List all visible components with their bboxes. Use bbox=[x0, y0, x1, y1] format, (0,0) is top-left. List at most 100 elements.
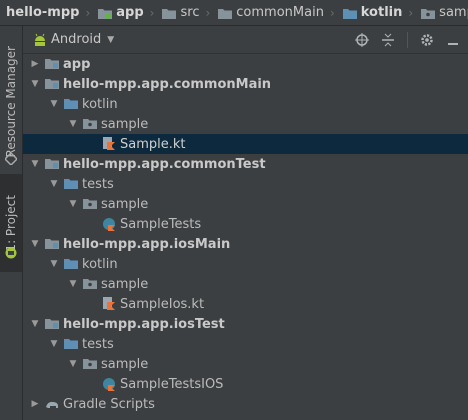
chevron-down-icon[interactable]: ▼ bbox=[48, 259, 60, 269]
settings-icon[interactable] bbox=[420, 33, 434, 47]
chevron-down-icon[interactable]: ▼ bbox=[67, 199, 79, 209]
tree-item-label: SampleIos.kt bbox=[120, 296, 205, 312]
toolbar-divider bbox=[407, 31, 408, 48]
module-folder-icon bbox=[45, 59, 59, 69]
breadcrumb: hello-mpp › app › src › commonMain › kot… bbox=[0, 0, 468, 26]
chevron-down-icon[interactable]: ▼ bbox=[29, 79, 41, 89]
breadcrumb-label: hello-mpp bbox=[6, 5, 80, 20]
tree-row[interactable]: ▼ sample bbox=[23, 194, 468, 214]
tree-row[interactable]: ▼ sample bbox=[23, 114, 468, 134]
tree-item-label: hello-mpp.app.commonTest bbox=[63, 156, 266, 172]
breadcrumb-label: src bbox=[180, 5, 200, 20]
package-icon bbox=[421, 8, 436, 19]
chevron-down-icon[interactable]: ▼ bbox=[67, 279, 79, 289]
tree-item-label: tests bbox=[82, 336, 114, 352]
module-folder-icon bbox=[45, 319, 59, 329]
chevron-down-icon[interactable]: ▼ bbox=[29, 159, 41, 169]
project-toolbar: Android ▼ bbox=[23, 26, 468, 54]
project-panel: Android ▼ ▶ app ▼ hello-mpp.app.commonMain ▼… bbox=[23, 26, 468, 420]
breadcrumb-item-src[interactable]: src bbox=[156, 5, 203, 20]
left-tool-strip: Resource Manager 1: Project bbox=[0, 26, 23, 420]
hide-icon[interactable] bbox=[446, 33, 460, 47]
tree-item-label: tests bbox=[82, 176, 114, 192]
locate-icon[interactable] bbox=[355, 32, 369, 47]
chevron-down-icon[interactable]: ▼ bbox=[67, 359, 79, 369]
kotlin-file-icon bbox=[103, 137, 115, 150]
chevron-down-icon[interactable]: ▼ bbox=[48, 99, 60, 109]
view-selector-dropdown[interactable]: Android ▼ bbox=[23, 32, 114, 47]
tree-row[interactable]: ▼ hello-mpp.app.commonMain bbox=[23, 74, 468, 94]
package-icon bbox=[83, 119, 97, 129]
chevron-down-icon[interactable]: ▼ bbox=[29, 239, 41, 249]
chevron-down-icon[interactable]: ▼ bbox=[29, 319, 41, 329]
chevron-down-icon[interactable]: ▼ bbox=[48, 339, 60, 349]
tree-row[interactable]: ▼ sample bbox=[23, 354, 468, 374]
breadcrumb-separator: › bbox=[149, 5, 155, 20]
tree-row[interactable]: ▶ Gradle Scripts bbox=[23, 394, 468, 414]
tree-item-label: sample bbox=[101, 116, 149, 132]
test-folder-icon bbox=[64, 339, 78, 349]
tree-row[interactable]: ▶ app bbox=[23, 54, 468, 74]
project-tree: ▶ app ▼ hello-mpp.app.commonMain ▼ kotlin ▼ sam… bbox=[23, 54, 468, 414]
breadcrumb-separator: › bbox=[205, 5, 211, 20]
tree-row[interactable]: ▼ kotlin bbox=[23, 94, 468, 114]
test-folder-icon bbox=[64, 179, 78, 189]
tree-row[interactable]: ▼ hello-mpp.app.commonTest bbox=[23, 154, 468, 174]
breadcrumb-label: app bbox=[116, 5, 144, 20]
breadcrumb-label: commonMain bbox=[236, 5, 324, 20]
tree-row[interactable]: ▶SampleTests bbox=[23, 214, 468, 234]
breadcrumb-separator: › bbox=[85, 5, 91, 20]
tree-item-label: hello-mpp.app.iosMain bbox=[63, 236, 231, 252]
tree-item-label: kotlin bbox=[82, 96, 118, 112]
tree-item-label: SampleTestsIOS bbox=[120, 376, 224, 392]
android-project-icon bbox=[5, 244, 17, 263]
tree-row[interactable]: ▶SampleIos.kt bbox=[23, 294, 468, 314]
tree-item-label: sample bbox=[101, 356, 149, 372]
chevron-down-icon[interactable]: ▼ bbox=[67, 119, 79, 129]
tree-row[interactable]: ▼ hello-mpp.app.iosMain bbox=[23, 234, 468, 254]
toolbar-actions bbox=[355, 26, 460, 53]
package-icon bbox=[83, 199, 97, 209]
breadcrumb-item-project[interactable]: hello-mpp bbox=[0, 5, 83, 20]
tree-row[interactable]: ▶Sample.kt bbox=[23, 134, 468, 154]
module-folder-icon bbox=[45, 239, 59, 249]
package-icon bbox=[83, 359, 97, 369]
tree-item-label: SampleTests bbox=[120, 216, 202, 232]
breadcrumb-item-sample[interactable]: sample bbox=[415, 5, 468, 20]
breadcrumb-separator: › bbox=[329, 5, 335, 20]
tree-row[interactable]: ▼ tests bbox=[23, 334, 468, 354]
module-folder-icon bbox=[45, 159, 59, 169]
tab-resource-manager[interactable]: Resource Manager bbox=[0, 40, 22, 164]
breadcrumb-label: kotlin bbox=[360, 5, 403, 20]
module-folder-icon bbox=[98, 8, 113, 19]
source-folder-icon bbox=[342, 8, 357, 19]
chevron-right-icon[interactable]: ▶ bbox=[29, 399, 41, 409]
collapse-all-icon[interactable] bbox=[381, 33, 395, 47]
tree-row[interactable]: ▼ kotlin bbox=[23, 254, 468, 274]
source-folder-icon bbox=[64, 99, 78, 109]
package-icon bbox=[83, 279, 97, 289]
chevron-down-icon[interactable]: ▼ bbox=[48, 179, 60, 189]
gradle-icon bbox=[46, 401, 58, 408]
tree-item-label: hello-mpp.app.commonMain bbox=[63, 76, 272, 92]
tree-item-label: app bbox=[63, 56, 91, 72]
tab-project-label: 1: Project bbox=[4, 194, 18, 252]
chevron-down-icon: ▼ bbox=[107, 34, 115, 45]
tree-item-label: Gradle Scripts bbox=[63, 396, 155, 412]
tree-row[interactable]: ▼ tests bbox=[23, 174, 468, 194]
tree-row[interactable]: ▼ hello-mpp.app.iosTest bbox=[23, 314, 468, 334]
kotlin-class-icon bbox=[103, 378, 115, 391]
tree-row[interactable]: ▶SampleTestsIOS bbox=[23, 374, 468, 394]
breadcrumb-item-kotlin[interactable]: kotlin bbox=[337, 5, 407, 20]
tree-item-label: sample bbox=[101, 196, 149, 212]
tree-row[interactable]: ▼ sample bbox=[23, 274, 468, 294]
view-selector-label: Android bbox=[51, 32, 102, 47]
android-icon bbox=[35, 33, 45, 46]
breadcrumb-item-commonmain[interactable]: commonMain bbox=[212, 5, 328, 20]
chevron-right-icon[interactable]: ▶ bbox=[29, 59, 41, 69]
breadcrumb-item-app[interactable]: app bbox=[92, 5, 147, 20]
tree-item-label: sample bbox=[101, 276, 149, 292]
kotlin-class-icon bbox=[103, 218, 115, 231]
resource-manager-icon bbox=[3, 150, 19, 169]
breadcrumb-label: sample bbox=[439, 5, 468, 20]
